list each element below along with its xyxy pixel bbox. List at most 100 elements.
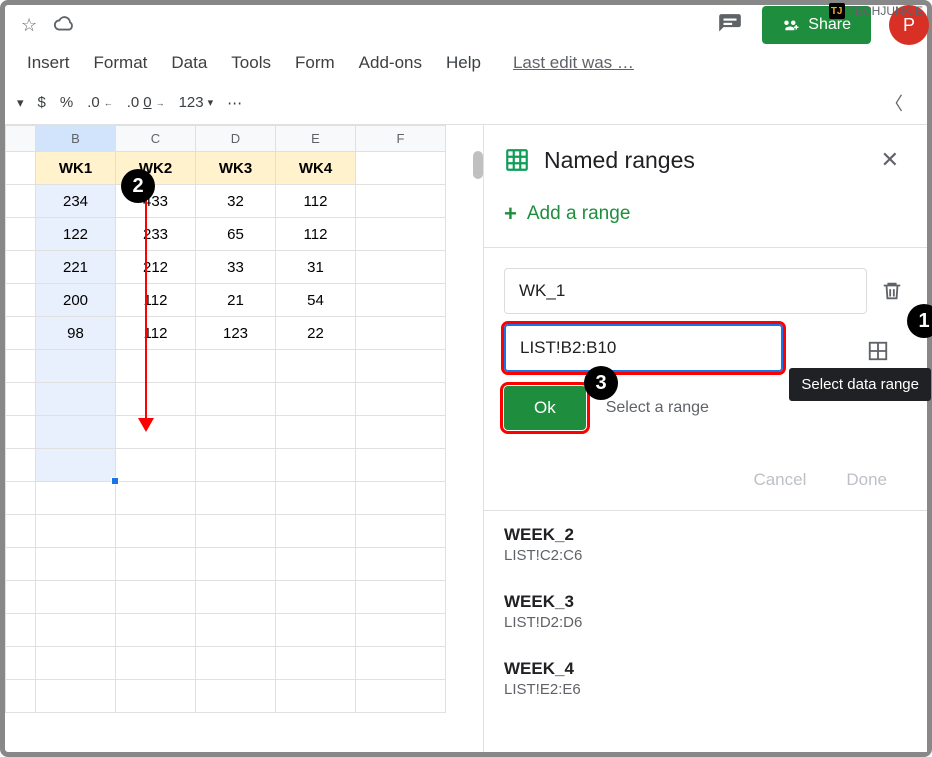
cell[interactable] (116, 449, 196, 482)
range-name-input[interactable] (504, 268, 867, 314)
col-B[interactable]: B (36, 126, 116, 152)
cell[interactable]: 200 (36, 284, 116, 317)
cell[interactable] (356, 383, 446, 416)
move-to-drive-icon[interactable] (53, 14, 75, 36)
cell[interactable] (36, 350, 116, 383)
cell[interactable]: 112 (276, 185, 356, 218)
number-format-dropdown[interactable]: 123 ▾ (179, 94, 214, 111)
cell[interactable] (356, 614, 446, 647)
cell[interactable] (276, 416, 356, 449)
cell[interactable] (356, 251, 446, 284)
comment-icon[interactable] (716, 11, 744, 39)
cell[interactable] (196, 350, 276, 383)
cell[interactable] (196, 581, 276, 614)
cell[interactable] (36, 680, 116, 713)
decrease-decimals[interactable]: .0← (87, 94, 113, 111)
cell[interactable]: 21 (196, 284, 276, 317)
trash-icon[interactable] (877, 276, 907, 306)
cell[interactable] (356, 680, 446, 713)
cell[interactable]: 22 (276, 317, 356, 350)
more-toolbar[interactable]: ⋯ (227, 94, 244, 112)
cell[interactable]: 221 (36, 251, 116, 284)
cell[interactable] (116, 680, 196, 713)
cell[interactable] (276, 680, 356, 713)
increase-decimals[interactable]: .00→ (127, 94, 165, 111)
cell[interactable] (36, 482, 116, 515)
cell[interactable] (36, 647, 116, 680)
cell[interactable] (356, 449, 446, 482)
cell[interactable]: 112 (116, 284, 196, 317)
cell[interactable]: 234 (36, 185, 116, 218)
cell[interactable] (276, 581, 356, 614)
cell[interactable] (36, 614, 116, 647)
cell[interactable] (356, 317, 446, 350)
ok-button[interactable]: Ok (504, 386, 586, 430)
cell[interactable] (276, 482, 356, 515)
cell[interactable] (36, 581, 116, 614)
cell[interactable] (36, 515, 116, 548)
cell[interactable] (36, 416, 116, 449)
cell[interactable]: 33 (196, 251, 276, 284)
cell[interactable] (356, 515, 446, 548)
select-data-range-icon[interactable] (861, 334, 895, 368)
spreadsheet[interactable]: B C D E F WK1 WK2 WK3 WK4 23443332112 12… (5, 125, 483, 752)
cell[interactable]: 65 (196, 218, 276, 251)
cell[interactable]: 122 (36, 218, 116, 251)
col-E[interactable]: E (276, 126, 356, 152)
cell[interactable]: 112 (276, 218, 356, 251)
format-currency[interactable]: $ (38, 94, 46, 111)
cell[interactable] (196, 614, 276, 647)
range-ref-input[interactable] (504, 324, 783, 372)
menu-tools[interactable]: Tools (221, 49, 281, 77)
cell[interactable] (196, 548, 276, 581)
cell[interactable] (116, 350, 196, 383)
cell[interactable]: 233 (116, 218, 196, 251)
cell[interactable] (356, 482, 446, 515)
cell[interactable] (356, 350, 446, 383)
cell[interactable] (196, 449, 276, 482)
cell[interactable] (276, 383, 356, 416)
selection-handle[interactable] (111, 477, 119, 485)
collapse-toolbar-icon[interactable]: 〈 (885, 90, 903, 116)
cell[interactable]: 54 (276, 284, 356, 317)
cell[interactable] (116, 647, 196, 680)
cell[interactable] (276, 614, 356, 647)
zoom-dropdown[interactable]: ▾ (17, 95, 24, 111)
col-D[interactable]: D (196, 126, 276, 152)
named-range-item[interactable]: WEEK_4 LIST!E2:E6 (484, 645, 927, 712)
cell[interactable]: 212 (116, 251, 196, 284)
cell[interactable] (356, 581, 446, 614)
named-range-item[interactable]: WEEK_2 LIST!C2:C6 (484, 511, 927, 578)
cell[interactable] (196, 383, 276, 416)
cell[interactable] (356, 647, 446, 680)
cell[interactable] (116, 383, 196, 416)
cell[interactable] (196, 482, 276, 515)
cell[interactable] (276, 449, 356, 482)
cell[interactable] (196, 647, 276, 680)
menu-format[interactable]: Format (84, 49, 158, 77)
cell[interactable]: 98 (36, 317, 116, 350)
cell[interactable] (196, 680, 276, 713)
menu-addons[interactable]: Add-ons (349, 49, 432, 77)
cell[interactable] (196, 416, 276, 449)
cell[interactable]: 32 (196, 185, 276, 218)
cell[interactable] (276, 548, 356, 581)
cell[interactable] (116, 515, 196, 548)
col-C[interactable]: C (116, 126, 196, 152)
close-icon[interactable]: ✕ (873, 143, 907, 177)
cell[interactable] (116, 416, 196, 449)
cell[interactable] (196, 515, 276, 548)
cell[interactable] (276, 515, 356, 548)
cell[interactable] (356, 416, 446, 449)
select-range-link[interactable]: Select a range (606, 399, 709, 417)
col-F[interactable]: F (356, 126, 446, 152)
cell[interactable] (276, 647, 356, 680)
cell[interactable]: WK3 (196, 152, 276, 185)
add-range-button[interactable]: + Add a range (484, 195, 927, 248)
cell[interactable] (116, 482, 196, 515)
vertical-scrollbar[interactable] (473, 151, 483, 179)
star-icon[interactable]: ☆ (21, 15, 37, 36)
menu-data[interactable]: Data (161, 49, 217, 77)
cell[interactable]: 31 (276, 251, 356, 284)
cell[interactable] (356, 185, 446, 218)
